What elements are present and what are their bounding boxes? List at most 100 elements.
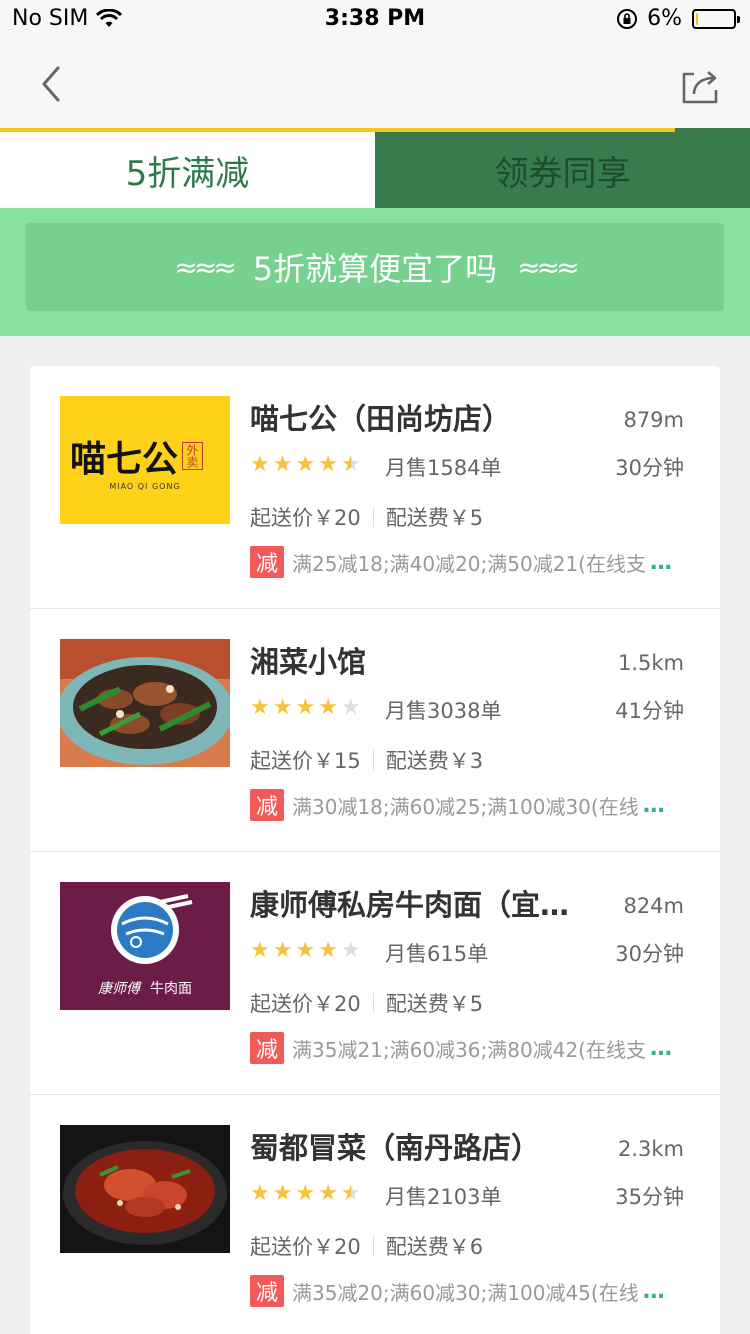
- promo-text: 满35减21;满60减36;满80减42(在线支: [292, 1037, 646, 1062]
- restaurant-name: 蜀都冒菜（南丹路店）: [250, 1131, 541, 1165]
- star-icon: ★: [250, 1181, 270, 1206]
- rating-stars: ★ ★ ★ ★ ★: [250, 938, 361, 963]
- restaurant-distance: 2.3km: [617, 1137, 684, 1161]
- miao-logo: 喵七公 外卖 MIAO QI GONG: [60, 396, 230, 524]
- star-icon: ★: [250, 452, 270, 477]
- dish-photo: [60, 639, 230, 767]
- star-icon: ★: [272, 452, 293, 477]
- fees: 起送价￥20 配送费￥5: [250, 988, 483, 1018]
- battery-level: [696, 12, 698, 25]
- promo-text: 满25减18;满40减20;满50减21(在线支: [292, 551, 646, 576]
- star-icon: ★: [340, 452, 361, 477]
- monthly-sales: 月售615单: [385, 942, 489, 966]
- delivery-fee: 配送费￥5: [385, 506, 484, 530]
- star-icon: ★: [272, 1181, 293, 1206]
- promo-text: 满30减18;满60减25;满100减30(在线: [292, 794, 639, 819]
- wave-left: ≈≈≈: [174, 250, 236, 284]
- discount-badge: 减: [250, 1275, 284, 1307]
- wave-right: ≈≈≈: [517, 250, 579, 284]
- back-button[interactable]: [30, 62, 74, 106]
- promo-line: 减 满25减18;满40减20;满50减21(在线支 …: [250, 546, 686, 578]
- star-icon: ★: [250, 695, 270, 720]
- promo-banner: ≈≈≈ 5折就算便宜了吗 ≈≈≈: [26, 223, 724, 311]
- star-icon: ★: [318, 695, 338, 720]
- min-order: 起送价￥20: [250, 992, 361, 1016]
- fees: 起送价￥20 配送费￥6: [250, 1231, 483, 1261]
- chevron-left-icon: [42, 66, 60, 102]
- status-right: 6%: [615, 6, 740, 31]
- delivery-time: 35分钟: [615, 1185, 684, 1209]
- star-icon: ★: [250, 938, 270, 963]
- star-icon: ★: [340, 1181, 361, 1206]
- star-icon: ★: [318, 938, 338, 963]
- nav-bar: [0, 40, 750, 128]
- more-icon[interactable]: …: [650, 1036, 674, 1061]
- restaurant-photo: [60, 639, 230, 767]
- discount-badge: 减: [250, 546, 284, 578]
- discount-badge: 减: [250, 1032, 284, 1064]
- divider: [372, 993, 374, 1013]
- star-icon: ★: [318, 1181, 338, 1206]
- banner-area: ≈≈≈ 5折就算便宜了吗 ≈≈≈: [0, 208, 750, 336]
- tab-coupon-share[interactable]: 领券同享: [375, 128, 750, 208]
- discount-badge: 减: [250, 789, 284, 821]
- bowl-logo-icon: [111, 894, 193, 964]
- delivery-time: 30分钟: [615, 942, 684, 966]
- star-icon: ★: [340, 695, 361, 720]
- min-order: 起送价￥20: [250, 506, 361, 530]
- tab-bar: 5折满减 领券同享: [0, 128, 750, 208]
- restaurant-list: 喵七公 外卖 MIAO QI GONG 喵七公（田尚坊店） 879m ★ ★ ★ ★ ★…: [30, 366, 720, 1334]
- logo-subtext: 牛肉面: [150, 981, 192, 997]
- tab-label: 5折满减: [125, 153, 250, 194]
- status-bar: No SIM 3:38 PM 6%: [0, 0, 750, 40]
- restaurant-row[interactable]: 蜀都冒菜（南丹路店） 2.3km ★ ★ ★ ★ ★ 月售2103单 35分钟 起送价￥…: [30, 1095, 720, 1334]
- restaurant-row[interactable]: 喵七公 外卖 MIAO QI GONG 喵七公（田尚坊店） 879m ★ ★ ★ ★ ★…: [30, 366, 720, 609]
- logo-text: 康师傅: [98, 981, 140, 997]
- battery-icon: [692, 8, 740, 29]
- restaurant-row[interactable]: 康师傅 牛肉面 康师傅私房牛肉面（宜… 824m ★ ★ ★ ★ ★ 月售615单 30…: [30, 852, 720, 1095]
- star-icon: ★: [272, 938, 293, 963]
- fees: 起送价￥20 配送费￥5: [250, 502, 483, 532]
- delivery-time: 41分钟: [615, 699, 684, 723]
- restaurant-name: 康师傅私房牛肉面（宜…: [250, 888, 570, 922]
- rating-stars: ★ ★ ★ ★ ★: [250, 695, 361, 720]
- restaurant-logo: 喵七公 外卖 MIAO QI GONG: [60, 396, 230, 524]
- min-order: 起送价￥15: [250, 749, 361, 773]
- star-icon: ★: [295, 695, 316, 720]
- star-icon: ★: [272, 695, 293, 720]
- delivery-fee: 配送费￥6: [385, 1235, 484, 1259]
- star-icon: ★: [295, 1181, 316, 1206]
- restaurant-distance: 879m: [623, 408, 684, 432]
- restaurant-distance: 824m: [623, 894, 684, 918]
- tab-label: 领券同享: [494, 153, 631, 194]
- monthly-sales: 月售1584单: [385, 456, 502, 480]
- restaurant-name: 喵七公（田尚坊店）: [250, 402, 512, 436]
- fees: 起送价￥15 配送费￥3: [250, 745, 483, 775]
- restaurant-name: 湘菜小馆: [250, 645, 367, 679]
- restaurant-photo: [60, 1125, 230, 1253]
- star-icon: ★: [295, 938, 316, 963]
- more-icon[interactable]: …: [643, 793, 667, 818]
- battery-percent: 6%: [647, 6, 682, 31]
- more-icon[interactable]: …: [650, 550, 674, 575]
- rating-stars: ★ ★ ★ ★ ★: [250, 1181, 361, 1206]
- delivery-time: 30分钟: [615, 456, 684, 480]
- orientation-lock-icon: [617, 8, 638, 29]
- logo-subtext: MIAO QI GONG: [109, 481, 181, 491]
- monthly-sales: 月售2103单: [385, 1185, 502, 1209]
- more-icon[interactable]: …: [643, 1279, 667, 1304]
- star-icon: ★: [318, 452, 338, 477]
- promo-line: 减 满35减21;满60减36;满80减42(在线支 …: [250, 1032, 686, 1064]
- tab-half-price[interactable]: 5折满减: [0, 128, 375, 208]
- rating-stars: ★ ★ ★ ★ ★: [250, 452, 361, 477]
- divider: [372, 1236, 374, 1256]
- logo-tag: 外卖: [182, 441, 203, 470]
- min-order: 起送价￥20: [250, 1235, 361, 1259]
- delivery-fee: 配送费￥3: [385, 749, 484, 773]
- restaurant-row[interactable]: 湘菜小馆 1.5km ★ ★ ★ ★ ★ 月售3038单 41分钟 起送价￥15 配送费…: [30, 609, 720, 852]
- dish-photo: [60, 1125, 230, 1253]
- share-button[interactable]: [678, 64, 722, 108]
- kangshifu-logo: 康师傅 牛肉面: [60, 882, 230, 1010]
- logo-text: 喵七公: [69, 438, 178, 480]
- divider: [372, 750, 374, 770]
